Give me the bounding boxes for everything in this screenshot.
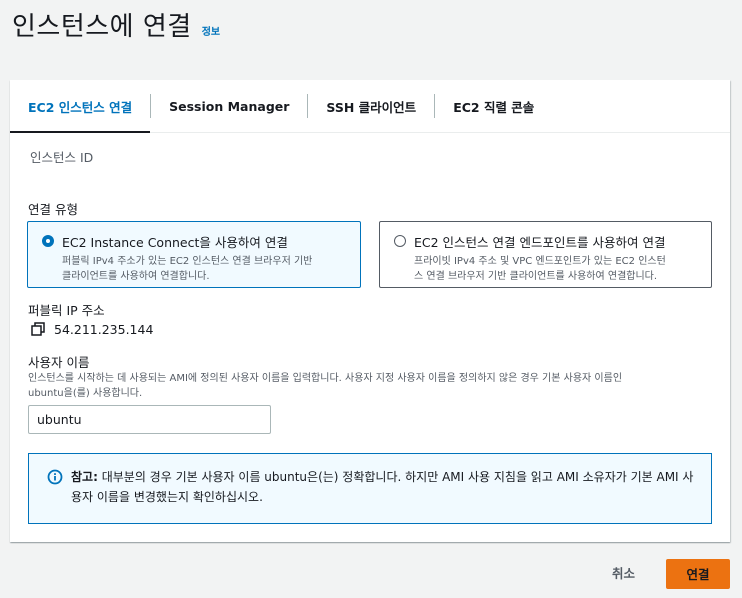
option-title: EC2 Instance Connect을 사용하여 연결	[62, 235, 288, 250]
username-hint: 인스턴스를 시작하는 데 사용되는 AMI에 정의된 사용자 이름을 입력합니다…	[28, 371, 718, 401]
tab-ssh-client[interactable]: SSH 클라이언트	[308, 80, 434, 132]
connect-button[interactable]: 연결	[666, 559, 730, 589]
option-description-line: 클라이언트를 사용하여 연결합니다.	[62, 271, 210, 282]
public-ip-label: 퍼블릭 IP 주소	[28, 303, 105, 318]
option-title: EC2 인스턴스 연결 엔드포인트를 사용하여 연결	[414, 235, 666, 250]
page-title: 인스턴스에 연결	[12, 12, 192, 42]
tab-session-manager[interactable]: Session Manager	[151, 80, 307, 132]
option-description-line: 스 연결 브라우저 기반 클라이언트를 사용하여 연결합니다.	[414, 271, 658, 282]
option-description-line: 프라이빗 IPv4 주소 및 VPC 엔드포인트가 있는 EC2 인스턴	[414, 256, 666, 267]
cancel-button[interactable]: 취소	[604, 559, 643, 589]
tab-bar: EC2 인스턴스 연결 Session Manager SSH 클라이언트 EC…	[10, 80, 730, 133]
tab-ec2-serial-console[interactable]: EC2 직렬 콘솔	[435, 80, 552, 132]
option-ec2-instance-connect[interactable]: EC2 Instance Connect을 사용하여 연결 퍼블릭 IPv4 주…	[27, 221, 361, 288]
alert-text: 대부분의 경우 기본 사용자 이름 ubuntu은(는) 정확합니다. 하지만 …	[71, 470, 694, 504]
info-link[interactable]: 정보	[202, 23, 220, 38]
footer-actions: 취소 연결	[0, 559, 742, 589]
tab-ec2-instance-connect[interactable]: EC2 인스턴스 연결	[10, 80, 151, 133]
option-description: 프라이빗 IPv4 주소 및 VPC 엔드포인트가 있는 EC2 인스턴 스 연…	[414, 254, 699, 284]
username-hint-line: 인스턴스를 시작하는 데 사용되는 AMI에 정의된 사용자 이름을 입력합니다…	[28, 373, 623, 384]
username-input[interactable]	[28, 405, 271, 434]
username-label: 사용자 이름	[28, 355, 90, 370]
connect-panel: EC2 인스턴스 연결 Session Manager SSH 클라이언트 EC…	[10, 80, 730, 542]
page-header: 인스턴스에 연결 정보	[12, 6, 220, 43]
public-ip-value: 54.211.235.144	[54, 321, 154, 337]
connection-type-label: 연결 유형	[28, 202, 78, 217]
copy-icon[interactable]	[30, 321, 46, 337]
radio-unselected[interactable]	[394, 235, 406, 247]
option-endpoint-connect[interactable]: EC2 인스턴스 연결 엔드포인트를 사용하여 연결 프라이빗 IPv4 주소 …	[379, 221, 712, 288]
alert-bold-label: 참고:	[71, 470, 98, 484]
instance-id-label: 인스턴스 ID	[30, 150, 94, 165]
option-description-line: 퍼블릭 IPv4 주소가 있는 EC2 인스턴스 연결 브라우저 기반	[62, 256, 313, 267]
public-ip-row: 54.211.235.144	[30, 321, 153, 337]
info-icon	[47, 469, 63, 485]
info-alert: 참고: 대부분의 경우 기본 사용자 이름 ubuntu은(는) 정확합니다. …	[28, 453, 712, 524]
option-description: 퍼블릭 IPv4 주소가 있는 EC2 인스턴스 연결 브라우저 기반 클라이언…	[62, 254, 348, 284]
radio-selected[interactable]	[42, 235, 54, 247]
username-hint-line: ubuntu을(를) 사용합니다.	[28, 388, 143, 399]
